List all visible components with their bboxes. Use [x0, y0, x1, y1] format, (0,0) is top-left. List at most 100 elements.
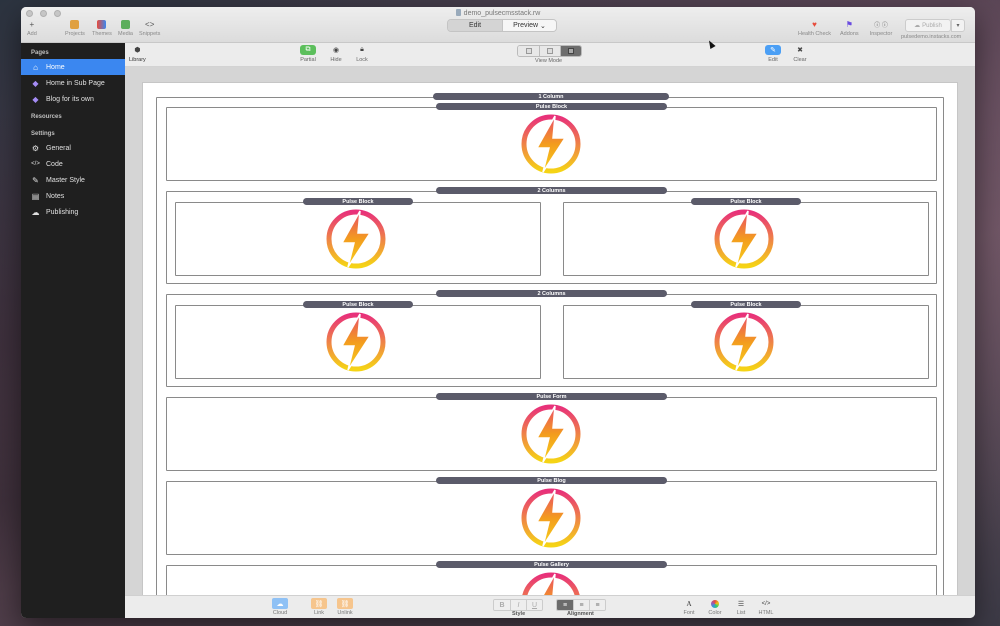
partial-button[interactable]: ⧉ Partial: [300, 45, 316, 63]
cloud-icon: ☁: [272, 598, 288, 609]
lock-button[interactable]: 🔒︎ Lock: [354, 45, 370, 63]
underline-button[interactable]: U: [526, 600, 542, 610]
editor-canvas: 1 Column Pulse Block 2 Columns Pulse Blo…: [125, 67, 975, 595]
app-window: demo_pulsecmsstack.rw + Add Projects The…: [21, 7, 975, 618]
view-mode-light-button[interactable]: [518, 46, 539, 56]
view-mode-dark-button[interactable]: [560, 46, 581, 56]
addons-button[interactable]: ⚑ Addons: [840, 20, 859, 37]
sidebar-item-publishing[interactable]: ☁ Publishing: [21, 204, 125, 220]
sidebar: Pages ⌂ Home ◆ Home in Sub Page ◆ Blog f…: [21, 43, 125, 618]
add-button[interactable]: + Add: [27, 20, 37, 37]
hide-button[interactable]: ◉ Hide: [328, 45, 344, 63]
align-center-icon[interactable]: ≡: [573, 600, 589, 610]
color-button[interactable]: Color: [707, 598, 723, 616]
plus-icon: +: [29, 20, 35, 29]
sidebar-item-home-in-sub-page[interactable]: ◆ Home in Sub Page: [21, 75, 125, 91]
align-left-icon[interactable]: ≡: [557, 600, 573, 610]
sidebar-item-code[interactable]: </> Code: [21, 156, 125, 172]
inspector-button[interactable]: ⓘ ⓘ Inspector: [867, 20, 895, 37]
health-check-button[interactable]: ♥ Health Check: [798, 20, 831, 37]
editor-toolbar: ⬢ Library ⧉ Partial ◉ Hide 🔒︎ Lock View …: [125, 43, 975, 67]
settings-header: Settings: [31, 131, 55, 137]
cloud-icon: ☁: [31, 207, 40, 217]
link-button[interactable]: ⛓ Link: [311, 598, 327, 616]
stack-label[interactable]: Pulse Block: [691, 301, 801, 308]
edit-preview-switch: Edit Preview ⌄: [447, 19, 557, 32]
partial-icon: ⧉: [300, 45, 316, 55]
italic-button[interactable]: I: [510, 600, 526, 610]
toolbar: demo_pulsecmsstack.rw + Add Projects The…: [21, 7, 975, 43]
sidebar-item-blog-for-its-own[interactable]: ◆ Blog for its own: [21, 91, 125, 107]
stack-label[interactable]: Pulse Block: [691, 198, 801, 205]
link-icon: ⛓: [311, 598, 327, 609]
edit-button[interactable]: ✎ Edit: [765, 45, 781, 63]
snippets-icon: <>: [145, 20, 155, 29]
pulse-logo-icon: [712, 310, 776, 374]
cloud-upload-icon: ☁: [914, 23, 921, 29]
view-mode-medium-button[interactable]: [539, 46, 560, 56]
edit-tab[interactable]: Edit: [448, 20, 502, 31]
pulse-logo-icon: [324, 207, 388, 271]
chevron-down-icon: ▾: [956, 23, 960, 29]
format-bar: ☁ Cloud ⛓ Link ⛓ Unlink B I U Style ≡ ≡ …: [125, 595, 975, 618]
close-icon: ✖: [797, 47, 803, 54]
eye-icon: ◉: [332, 47, 340, 54]
html-button[interactable]: </> HTML: [758, 598, 774, 617]
heart-icon: ♥: [812, 20, 817, 29]
stack-label[interactable]: Pulse Block: [303, 301, 413, 308]
brush-icon: ✎: [32, 175, 39, 185]
list-button[interactable]: ☰ List: [733, 598, 749, 617]
style-group: B I U: [493, 599, 543, 611]
clear-button[interactable]: ✖ Clear: [792, 45, 808, 63]
view-mode-switch: [517, 45, 582, 57]
pages-header: Pages: [31, 50, 49, 56]
pulse-logo-icon: [712, 207, 776, 271]
home-icon: ⌂: [33, 62, 38, 72]
themes-icon: [97, 20, 107, 29]
inspector-icon: ⓘ ⓘ: [874, 23, 888, 29]
stack-label[interactable]: Pulse Gallery: [436, 561, 667, 568]
document-icon: [455, 9, 461, 16]
stack-label[interactable]: 2 Columns: [436, 290, 667, 297]
pulse-logo-icon: [519, 486, 583, 550]
themes-button[interactable]: Themes: [92, 20, 112, 37]
alignment-group: ≡ ≡ ≡: [556, 599, 606, 611]
projects-icon: [70, 20, 80, 29]
list-icon: ☰: [737, 600, 745, 608]
stack-label[interactable]: Pulse Block: [436, 103, 667, 110]
page-content: 1 Column Pulse Block 2 Columns Pulse Blo…: [142, 82, 958, 595]
code-icon: </>: [31, 161, 40, 167]
pulse-logo-icon: [519, 402, 583, 466]
unlink-button[interactable]: ⛓ Unlink: [337, 598, 353, 616]
stack-label[interactable]: 1 Column: [433, 93, 669, 100]
stack-label[interactable]: 2 Columns: [436, 187, 667, 194]
sidebar-item-master-style[interactable]: ✎ Master Style: [21, 172, 125, 188]
preview-tab[interactable]: Preview ⌄: [502, 20, 556, 31]
font-icon: A: [686, 599, 692, 608]
stack-label[interactable]: Pulse Block: [303, 198, 413, 205]
stack-label[interactable]: Pulse Blog: [436, 477, 667, 484]
library-button[interactable]: ⬢ Library: [129, 45, 146, 63]
media-button[interactable]: Media: [118, 20, 133, 37]
publish-button[interactable]: ☁ Publish: [905, 19, 951, 32]
publish-menu-button[interactable]: ▾: [951, 19, 965, 32]
code-icon: </>: [761, 600, 771, 607]
snippets-button[interactable]: <> Snippets: [139, 20, 160, 37]
gear-icon: ⚙: [31, 143, 40, 153]
cloud-button[interactable]: ☁ Cloud: [272, 598, 288, 616]
stack-label[interactable]: Pulse Form: [436, 393, 667, 400]
resources-header[interactable]: Resources: [21, 111, 125, 123]
media-icon: [120, 20, 130, 29]
bold-button[interactable]: B: [494, 600, 510, 610]
sidebar-item-notes[interactable]: ▤ Notes: [21, 188, 125, 204]
align-right-icon[interactable]: ≡: [589, 600, 605, 610]
font-button[interactable]: A Font: [681, 598, 697, 617]
sidebar-item-home[interactable]: ⌂ Home: [21, 59, 125, 75]
style-label: Style: [512, 611, 526, 617]
sidebar-item-general[interactable]: ⚙ General: [21, 140, 125, 156]
pulse-logo-icon: [324, 310, 388, 374]
view-mode-label: View Mode: [535, 58, 563, 64]
stack-page-icon: ◆: [32, 94, 39, 104]
stack-page-icon: ◆: [32, 78, 39, 88]
projects-button[interactable]: Projects: [65, 20, 85, 37]
